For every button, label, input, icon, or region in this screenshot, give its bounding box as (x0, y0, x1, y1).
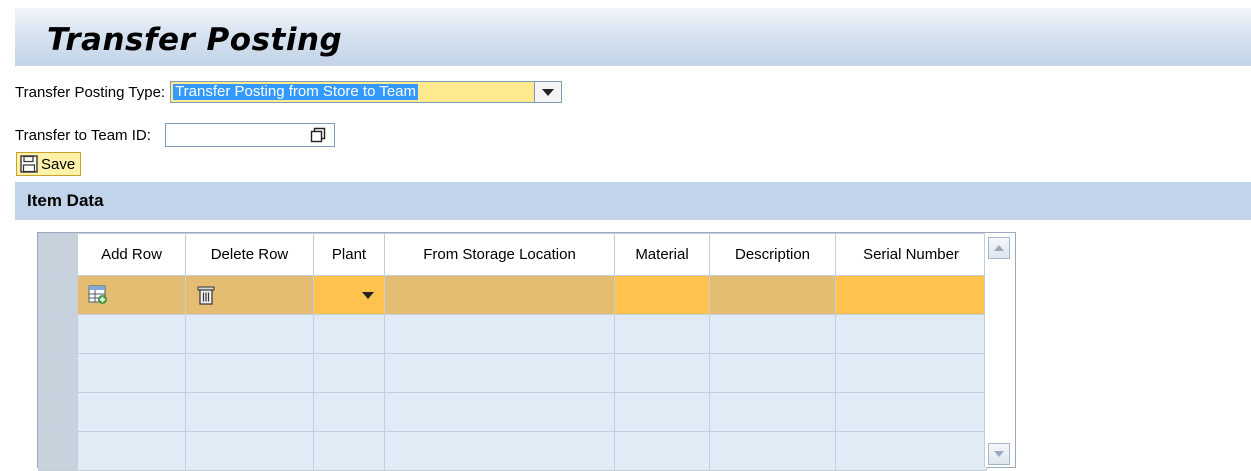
table-row (38, 392, 987, 432)
table-cell (614, 392, 710, 432)
column-header-serial-number: Serial Number (835, 233, 987, 276)
chevron-down-icon[interactable] (362, 292, 374, 299)
table-row (38, 275, 987, 315)
table-cell (384, 431, 615, 471)
table-cell (384, 392, 615, 432)
vertical-scrollbar[interactable] (984, 233, 1015, 467)
row-selector-header[interactable] (38, 233, 78, 276)
team-id-field[interactable] (164, 123, 335, 147)
chevron-down-icon (994, 451, 1004, 457)
row-selector[interactable] (38, 314, 78, 354)
from-storage-location-cell[interactable] (384, 275, 615, 315)
plant-dropdown-cell[interactable] (313, 275, 385, 315)
table-cell (77, 392, 186, 432)
table-row (38, 431, 987, 471)
table-cell (709, 392, 836, 432)
table-row (38, 314, 987, 354)
table-cell (185, 353, 314, 393)
table-header-row: Add Row Delete Row Plant From Storage Lo… (38, 233, 987, 276)
item-data-header: Item Data (15, 182, 1251, 220)
column-header-add-row: Add Row (77, 233, 186, 276)
transfer-type-dropdown[interactable]: Transfer Posting from Store to Team (170, 81, 563, 103)
serial-number-cell[interactable] (835, 275, 987, 315)
column-header-delete-row: Delete Row (185, 233, 314, 276)
column-header-description: Description (709, 233, 836, 276)
trash-icon[interactable] (196, 285, 216, 305)
scroll-down-button[interactable] (988, 443, 1010, 465)
table-cell (313, 353, 385, 393)
chevron-down-icon (542, 88, 555, 96)
value-help-button[interactable] (302, 124, 334, 146)
section-title: Item Data (27, 191, 104, 210)
table-cell (835, 431, 987, 471)
table-cell (185, 314, 314, 354)
add-row-icon[interactable] (88, 285, 108, 305)
table-cell (835, 353, 987, 393)
scroll-up-button[interactable] (988, 237, 1010, 259)
table-cell (835, 392, 987, 432)
dropdown-toggle-button[interactable] (534, 82, 562, 102)
row-selector[interactable] (38, 392, 78, 432)
page-title: Transfer Posting (47, 22, 343, 58)
transfer-type-value: Transfer Posting from Store to Team (173, 83, 419, 100)
description-cell (709, 275, 836, 315)
table-cell (709, 314, 836, 354)
table-cell (313, 431, 385, 471)
material-cell[interactable] (614, 275, 710, 315)
item-data-table: Add Row Delete Row Plant From Storage Lo… (37, 232, 1016, 471)
transfer-type-label: Transfer Posting Type: (15, 83, 166, 101)
table-cell (185, 392, 314, 432)
transfer-type-row: Transfer Posting Type: Transfer Posting … (15, 80, 563, 104)
value-help-icon (310, 127, 326, 143)
table-cell (614, 431, 710, 471)
save-button[interactable]: Save (16, 152, 82, 176)
table-cell (77, 314, 186, 354)
column-header-plant: Plant (313, 233, 385, 276)
table-cell (614, 314, 710, 354)
table-cell (835, 314, 987, 354)
table-cell (77, 353, 186, 393)
table-cell (614, 353, 710, 393)
floppy-disk-icon (20, 155, 38, 173)
table-cell (313, 314, 385, 354)
table-cell (384, 353, 615, 393)
row-selector[interactable] (38, 431, 78, 471)
chevron-up-icon (994, 245, 1004, 251)
table-row (38, 353, 987, 393)
table-cell (384, 314, 615, 354)
table-cell (313, 392, 385, 432)
column-header-from-storage-location: From Storage Location (384, 233, 615, 276)
delete-row-cell[interactable] (185, 275, 314, 315)
page-header: Transfer Posting (15, 8, 1251, 66)
team-id-row: Transfer to Team ID: (15, 122, 335, 148)
row-selector[interactable] (38, 275, 78, 315)
row-selector[interactable] (38, 353, 78, 393)
table-cell (709, 353, 836, 393)
save-label: Save (41, 155, 76, 173)
team-id-input[interactable] (165, 124, 308, 146)
table-cell (185, 431, 314, 471)
table-cell (709, 431, 836, 471)
column-header-material: Material (614, 233, 710, 276)
team-id-label: Transfer to Team ID: (15, 126, 151, 144)
add-row-cell[interactable] (77, 275, 186, 315)
table-cell (77, 431, 186, 471)
